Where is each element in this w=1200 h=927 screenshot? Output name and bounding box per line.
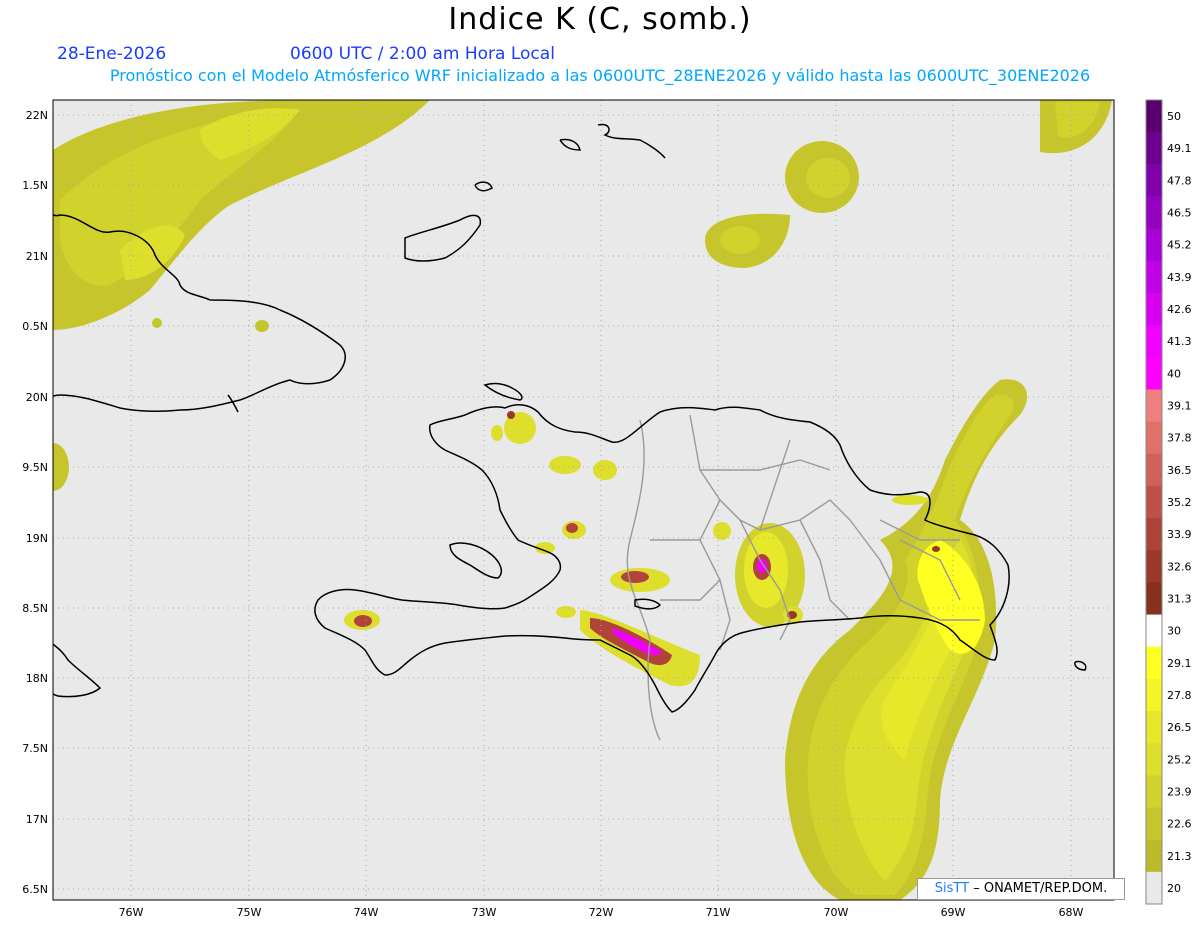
forecast-time: 0600 UTC / 2:00 am Hora Local: [290, 44, 555, 64]
colorbar-swatch: [1146, 100, 1162, 133]
colorbar-swatch: [1146, 164, 1162, 197]
colorbar-label: 46.5: [1167, 207, 1192, 220]
lon-label: 74W: [354, 906, 379, 919]
colorbar-label: 43.9: [1167, 271, 1192, 284]
colorbar-swatch: [1146, 550, 1162, 583]
lat-label: 1.5N: [22, 179, 48, 192]
colorbar-swatch: [1146, 485, 1162, 519]
colorbar-label: 45.2: [1167, 239, 1192, 252]
lon-label: 75W: [237, 906, 262, 919]
colorbar-swatch: [1146, 357, 1162, 390]
colorbar-label: 41.3: [1167, 335, 1192, 348]
colorbar-label: 20: [1167, 882, 1181, 895]
colorbar-label: 36.5: [1167, 464, 1192, 477]
forecast-date: 28-Ene-2026: [57, 44, 167, 64]
colorbar-swatch: [1146, 839, 1162, 873]
colorbar-swatch: [1146, 743, 1162, 776]
colorbar-label: 39.1: [1167, 400, 1192, 413]
colorbar-swatch: [1146, 228, 1162, 262]
colorbar-swatch: [1146, 260, 1162, 294]
lon-label: 69W: [941, 906, 966, 919]
lat-label: 18N: [26, 672, 48, 685]
lat-label: 17N: [26, 813, 48, 826]
colorbar-label: 23.9: [1167, 785, 1192, 798]
lat-label: 8.5N: [22, 602, 48, 615]
colorbar-swatch: [1146, 871, 1162, 905]
colorbar-label: 35.2: [1167, 496, 1192, 509]
map-figure: 22N 1.5N 21N 0.5N 20N 9.5N 19N 8.5N 18N …: [22, 99, 1192, 919]
credit-box: SisTT – ONAMET/REP.DOM.: [917, 878, 1125, 900]
colorbar-label: 31.3: [1167, 592, 1192, 605]
forecast-description: Pronóstico con el Modelo Atmósferico WRF…: [109, 66, 1091, 85]
colorbar-label: 42.6: [1167, 303, 1192, 316]
colorbar-swatch: [1146, 196, 1162, 230]
colorbar-label: 49.1: [1167, 142, 1192, 155]
colorbar: 50 49.1 47.8 46.5 45.2 43.9 42.6 41.3 40 39.1 37.8…: [1145, 99, 1192, 905]
latitude-labels: 22N 1.5N 21N 0.5N 20N 9.5N 19N 8.5N 18N …: [22, 109, 48, 896]
colorbar-swatch: [1146, 775, 1162, 809]
colorbar-swatch: [1146, 807, 1162, 841]
lat-label: 7.5N: [22, 742, 48, 755]
colorbar-swatch: [1146, 678, 1162, 712]
lat-label: 0.5N: [22, 320, 48, 333]
colorbar-swatch: [1146, 132, 1162, 165]
colorbar-label: 26.5: [1167, 721, 1192, 734]
lat-label: 21N: [26, 250, 48, 263]
colorbar-label: 30: [1167, 625, 1181, 638]
lat-label: 20N: [26, 391, 48, 404]
colorbar-label: 47.8: [1167, 174, 1192, 187]
colorbar-label: 27.8: [1167, 689, 1192, 702]
colorbar-label: 50: [1167, 110, 1181, 123]
colorbar-label: 40: [1167, 367, 1181, 380]
longitude-labels: 76W 75W 74W 73W 72W 71W 70W 69W 68W: [119, 906, 1084, 919]
lon-label: 73W: [472, 906, 497, 919]
colorbar-label: 25.2: [1167, 753, 1192, 766]
lat-label: 9.5N: [22, 461, 48, 474]
credit-org: – ONAMET/REP.DOM.: [973, 881, 1108, 896]
colorbar-swatch: [1146, 421, 1162, 455]
colorbar-swatch: [1146, 325, 1162, 358]
lon-label: 72W: [589, 906, 614, 919]
colorbar-label: 33.9: [1167, 528, 1192, 541]
colorbar-swatch: [1146, 389, 1162, 423]
lon-label: 70W: [824, 906, 849, 919]
lat-label: 6.5N: [22, 883, 48, 896]
lat-label: 19N: [26, 532, 48, 545]
credit-brand: SisTT: [934, 881, 970, 896]
colorbar-label: 37.8: [1167, 432, 1192, 445]
colorbar-label: 22.6: [1167, 818, 1192, 831]
lat-label: 22N: [26, 109, 48, 122]
colorbar-swatch: [1146, 292, 1162, 326]
lon-label: 76W: [119, 906, 144, 919]
lon-label: 71W: [706, 906, 731, 919]
colorbar-swatch: [1146, 614, 1162, 648]
colorbar-label: 32.6: [1167, 560, 1192, 573]
colorbar-label: 29.1: [1167, 657, 1192, 670]
map-title: Indice K (C, somb.): [448, 2, 752, 37]
colorbar-swatch: [1146, 646, 1162, 680]
colorbar-swatch: [1146, 453, 1162, 487]
lon-label: 68W: [1059, 906, 1084, 919]
colorbar-label: 21.3: [1167, 850, 1192, 863]
colorbar-swatch: [1146, 582, 1162, 616]
colorbar-swatch: [1146, 518, 1162, 551]
colorbar-swatch: [1146, 711, 1162, 744]
